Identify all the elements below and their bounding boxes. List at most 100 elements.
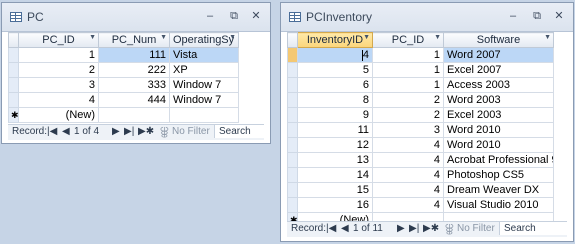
software-cell[interactable]: Access 2003 xyxy=(443,77,554,93)
inventory-id-cell[interactable]: 8 xyxy=(297,92,373,108)
software-cell[interactable]: Dream Weaver DX xyxy=(443,182,554,198)
row-selector[interactable] xyxy=(287,107,298,123)
row-selector[interactable] xyxy=(287,92,298,108)
software-cell[interactable]: Photoshop CS5 xyxy=(443,167,554,183)
table-row[interactable]: 2 222 XP xyxy=(8,62,239,78)
table-row[interactable]: 13 4 Acrobat Professional 9 xyxy=(287,152,554,168)
os-cell[interactable]: Window 7 xyxy=(169,77,239,93)
pc-id-cell[interactable]: 3 xyxy=(18,77,99,93)
inventory-id-cell[interactable]: 5 xyxy=(297,62,373,78)
software-cell[interactable]: Word 2010 xyxy=(443,137,554,153)
empty-cell[interactable] xyxy=(169,107,239,123)
minimize-icon[interactable]: ‒ xyxy=(503,9,523,23)
table-row[interactable]: 12 4 Word 2010 xyxy=(287,137,554,153)
column-header[interactable]: PC_ID ▼ xyxy=(372,32,444,48)
pc-id-cell[interactable]: 1 xyxy=(372,77,444,93)
pc-id-cell[interactable]: 4 xyxy=(18,92,99,108)
select-all-corner[interactable] xyxy=(8,32,19,48)
table-row[interactable]: 6 1 Access 2003 xyxy=(287,77,554,93)
pc-id-cell[interactable]: 4 xyxy=(372,137,444,153)
pcinventory-table-window[interactable]: PCInventory ‒ ⧉ ✕ InventoryID ▼ PC_ID ▼ So… xyxy=(280,2,574,242)
search-input[interactable]: Search xyxy=(214,125,264,138)
dropdown-arrow-icon[interactable]: ▼ xyxy=(363,34,370,41)
row-selector[interactable] xyxy=(287,77,298,93)
row-selector[interactable] xyxy=(287,152,298,168)
new-row-asterisk-icon[interactable] xyxy=(8,107,19,123)
pc-id-cell[interactable]: 2 xyxy=(372,92,444,108)
software-cell[interactable]: Excel 2003 xyxy=(443,107,554,123)
row-selector[interactable] xyxy=(287,197,298,213)
prev-record-icon[interactable]: ◀ xyxy=(341,223,349,234)
pc-num-cell[interactable]: 111 xyxy=(98,47,170,63)
inventory-id-cell[interactable]: 11 xyxy=(297,122,373,138)
search-input[interactable]: Search xyxy=(499,222,567,235)
empty-cell[interactable] xyxy=(98,107,170,123)
inventory-id-cell[interactable]: 12 xyxy=(297,137,373,153)
dropdown-arrow-icon[interactable]: ▼ xyxy=(89,34,96,41)
pcinventory-window-titlebar[interactable]: PCInventory ‒ ⧉ ✕ xyxy=(281,3,573,32)
first-record-icon[interactable]: |◀ xyxy=(47,126,57,137)
last-record-icon[interactable]: ▶| xyxy=(409,223,419,234)
os-cell[interactable]: XP xyxy=(169,62,239,78)
restore-icon[interactable]: ⧉ xyxy=(527,9,547,23)
filter-status[interactable]: No Filter xyxy=(457,223,495,234)
prev-record-icon[interactable]: ◀ xyxy=(62,126,70,137)
os-cell[interactable]: Vista xyxy=(169,47,239,63)
restore-icon[interactable]: ⧉ xyxy=(224,9,244,23)
pc-num-cell[interactable]: 444 xyxy=(98,92,170,108)
column-header[interactable]: Software ▼ xyxy=(443,32,554,48)
dropdown-arrow-icon[interactable]: ▼ xyxy=(160,34,167,41)
dropdown-arrow-icon[interactable]: ▼ xyxy=(544,34,551,41)
pc-id-cell[interactable]: 4 xyxy=(372,152,444,168)
new-row-label[interactable]: (New) xyxy=(18,107,99,123)
pc-id-cell[interactable]: 1 xyxy=(18,47,99,63)
table-row[interactable]: 14 4 Photoshop CS5 xyxy=(287,167,554,183)
column-header[interactable]: InventoryID ▼ xyxy=(297,32,373,48)
next-record-icon[interactable]: ▶ xyxy=(397,223,405,234)
pc-id-cell[interactable]: 4 xyxy=(372,182,444,198)
software-cell[interactable]: Word 2003 xyxy=(443,92,554,108)
column-header[interactable]: OperatingSy ▼ xyxy=(169,32,239,48)
software-cell[interactable]: Acrobat Professional 9 xyxy=(443,152,554,168)
software-cell[interactable]: Word 2007 xyxy=(443,47,554,63)
table-row[interactable]: 16 4 Visual Studio 2010 xyxy=(287,197,554,213)
select-all-corner[interactable] xyxy=(287,32,298,48)
record-position[interactable]: 1 of 11 xyxy=(353,223,383,234)
inventory-id-cell[interactable]: 16 xyxy=(297,197,373,213)
inventory-id-cell[interactable]: 14 xyxy=(297,167,373,183)
inventory-id-cell[interactable]: 15 xyxy=(297,182,373,198)
table-row[interactable]: 4 444 Window 7 xyxy=(8,92,239,108)
new-record-icon[interactable]: ▶✱ xyxy=(138,126,154,137)
first-record-icon[interactable]: |◀ xyxy=(326,223,336,234)
row-selector[interactable] xyxy=(287,47,298,63)
row-selector[interactable] xyxy=(287,167,298,183)
filter-icon[interactable]: ⯚ xyxy=(160,126,169,143)
inventory-id-cell[interactable]: 9 xyxy=(297,107,373,123)
column-header[interactable]: PC_Num ▼ xyxy=(98,32,170,48)
table-row[interactable]: 11 3 Word 2010 xyxy=(287,122,554,138)
last-record-icon[interactable]: ▶| xyxy=(124,126,134,137)
next-record-icon[interactable]: ▶ xyxy=(112,126,120,137)
pc-num-cell[interactable]: 333 xyxy=(98,77,170,93)
table-row[interactable]: 4 1 Word 2007 xyxy=(287,47,554,63)
os-cell[interactable]: Window 7 xyxy=(169,92,239,108)
row-selector[interactable] xyxy=(287,62,298,78)
minimize-icon[interactable]: ‒ xyxy=(200,9,220,23)
row-selector[interactable] xyxy=(8,92,19,108)
record-position[interactable]: 1 of 4 xyxy=(74,126,99,137)
close-icon[interactable]: ✕ xyxy=(549,9,569,23)
pc-id-cell[interactable]: 4 xyxy=(372,167,444,183)
pc-id-cell[interactable]: 2 xyxy=(18,62,99,78)
pc-id-cell[interactable]: 3 xyxy=(372,122,444,138)
pc-id-cell[interactable]: 1 xyxy=(372,62,444,78)
row-selector[interactable] xyxy=(287,122,298,138)
table-row[interactable]: 3 333 Window 7 xyxy=(8,77,239,93)
row-selector[interactable] xyxy=(8,47,19,63)
software-cell[interactable]: Excel 2007 xyxy=(443,62,554,78)
inventory-id-cell[interactable]: 13 xyxy=(297,152,373,168)
filter-status[interactable]: No Filter xyxy=(172,126,210,137)
pc-id-cell[interactable]: 2 xyxy=(372,107,444,123)
table-row[interactable]: 5 1 Excel 2007 xyxy=(287,62,554,78)
row-selector[interactable] xyxy=(8,77,19,93)
table-row[interactable]: 1 111 Vista xyxy=(8,47,239,63)
